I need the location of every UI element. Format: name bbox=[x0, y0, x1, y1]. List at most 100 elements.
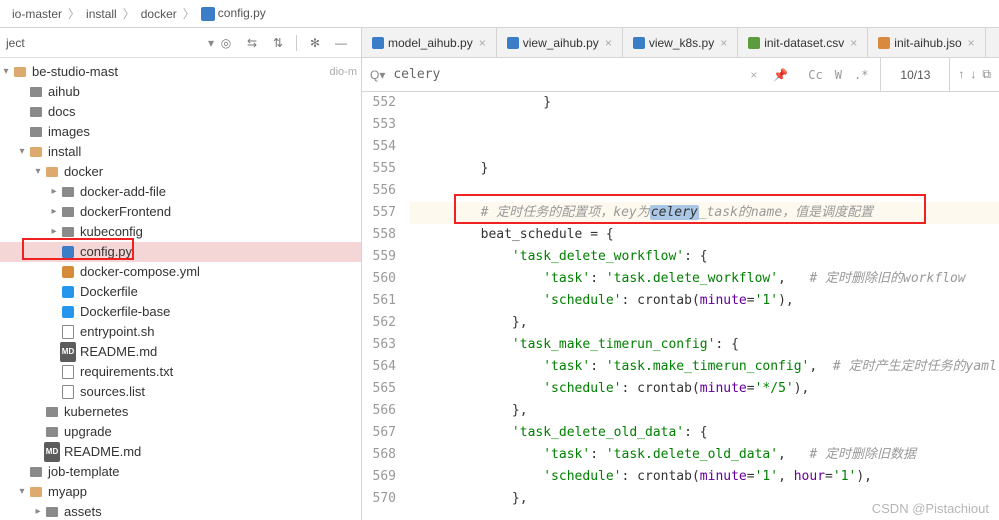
find-option-w[interactable]: W bbox=[831, 66, 846, 84]
code-line[interactable]: beat_schedule = { bbox=[410, 224, 999, 246]
tree-caret-icon[interactable]: ▾ bbox=[16, 142, 28, 162]
collapse-icon[interactable]: ⇆ bbox=[244, 35, 260, 51]
txt-icon bbox=[60, 364, 76, 380]
folder-icon bbox=[28, 84, 44, 100]
code-line[interactable]: 'task_make_timerun_config': { bbox=[410, 334, 999, 356]
filter-icon[interactable]: ⧉ bbox=[982, 67, 991, 82]
tree-item[interactable]: ▾ docker bbox=[0, 162, 361, 182]
close-tab-icon[interactable]: × bbox=[850, 36, 857, 50]
tree-item[interactable]: MDREADME.md bbox=[0, 442, 361, 462]
code-line[interactable]: 'schedule': crontab(minute='*/5'), bbox=[410, 378, 999, 400]
pin-icon[interactable]: 📌 bbox=[765, 68, 796, 82]
editor-tab[interactable]: view_aihub.py × bbox=[497, 28, 623, 57]
breadcrumb-item[interactable]: docker bbox=[137, 7, 181, 21]
tree-item[interactable]: Dockerfile-base bbox=[0, 302, 361, 322]
docker-icon bbox=[60, 304, 76, 320]
code-line[interactable]: 'task': 'task.delete_old_data', # 定时删除旧数… bbox=[410, 444, 999, 466]
tree-item[interactable]: aihub bbox=[0, 82, 361, 102]
tree-item[interactable]: ▸docker-add-file bbox=[0, 182, 361, 202]
close-tab-icon[interactable]: × bbox=[605, 36, 612, 50]
tree-caret-icon[interactable]: ▾ bbox=[32, 162, 44, 182]
code-line[interactable]: }, bbox=[410, 400, 999, 422]
code-line[interactable] bbox=[410, 136, 999, 158]
clear-icon[interactable]: × bbox=[742, 68, 765, 82]
tree-item[interactable]: ▾ install bbox=[0, 142, 361, 162]
code-line[interactable]: 'task_delete_old_data': { bbox=[410, 422, 999, 444]
code-body[interactable]: } } # 定时任务的配置项，key为celery_task的name，值是调度… bbox=[410, 92, 999, 520]
tree-item[interactable]: entrypoint.sh bbox=[0, 322, 361, 342]
code-line[interactable]: } bbox=[410, 92, 999, 114]
gear-icon[interactable]: ✻ bbox=[307, 35, 323, 51]
code-line[interactable] bbox=[410, 114, 999, 136]
divider bbox=[296, 35, 297, 51]
tree-label: Dockerfile-base bbox=[80, 302, 170, 322]
code-line[interactable]: 'task': 'task.delete_workflow', # 定时删除旧的… bbox=[410, 268, 999, 290]
find-option-.*[interactable]: .* bbox=[850, 66, 872, 84]
tree-item[interactable]: ▾myapp bbox=[0, 482, 361, 502]
code-editor[interactable]: 5525535545555565575585595605615625635645… bbox=[362, 92, 999, 520]
folder-icon bbox=[14, 67, 26, 77]
folder-icon bbox=[28, 124, 44, 140]
docker-icon bbox=[60, 284, 76, 300]
code-line[interactable]: # 定时任务的配置项，key为celery_task的name，值是调度配置 bbox=[410, 202, 999, 224]
tree-caret-icon[interactable]: ▸ bbox=[48, 202, 60, 222]
code-line[interactable] bbox=[410, 180, 999, 202]
tree-item[interactable]: images bbox=[0, 122, 361, 142]
hide-icon[interactable]: — bbox=[333, 35, 349, 51]
tree-label: docker bbox=[64, 162, 103, 182]
tree-root[interactable]: ▾ be-studio-mast dio-m bbox=[0, 62, 361, 82]
breadcrumb-item[interactable]: config.py bbox=[197, 6, 270, 21]
tree-item[interactable]: job-template bbox=[0, 462, 361, 482]
code-line[interactable]: 'schedule': crontab(minute='1'), bbox=[410, 290, 999, 312]
breadcrumb-item[interactable]: io-master bbox=[8, 7, 66, 21]
tree-item[interactable]: kubernetes bbox=[0, 402, 361, 422]
expand-icon[interactable]: ⇅ bbox=[270, 35, 286, 51]
tree-caret-icon[interactable]: ▸ bbox=[32, 502, 44, 520]
close-tab-icon[interactable]: × bbox=[479, 36, 486, 50]
prev-match-icon[interactable]: ↑ bbox=[958, 67, 964, 82]
tree-item[interactable]: sources.list bbox=[0, 382, 361, 402]
editor-tab[interactable]: init-dataset.csv × bbox=[738, 28, 868, 57]
tree-item[interactable]: Dockerfile bbox=[0, 282, 361, 302]
code-line[interactable]: }, bbox=[410, 312, 999, 334]
tree-item[interactable]: ▸kubeconfig bbox=[0, 222, 361, 242]
tree-label: docs bbox=[48, 102, 75, 122]
next-match-icon[interactable]: ↓ bbox=[970, 67, 976, 82]
tree-item[interactable]: ▸assets bbox=[0, 502, 361, 520]
find-input[interactable] bbox=[393, 58, 742, 91]
close-tab-icon[interactable]: × bbox=[720, 36, 727, 50]
yaml-icon bbox=[60, 264, 76, 280]
editor-tab[interactable]: view_k8s.py × bbox=[623, 28, 738, 57]
code-line[interactable]: 'task': 'task.make_timerun_config', # 定时… bbox=[410, 356, 999, 378]
folder-icon bbox=[44, 504, 60, 520]
tree-item[interactable]: docker-compose.yml bbox=[0, 262, 361, 282]
find-option-cc[interactable]: Cc bbox=[804, 66, 826, 84]
breadcrumb-item[interactable]: install bbox=[82, 7, 121, 21]
tree-caret-icon[interactable]: ▸ bbox=[48, 222, 60, 242]
tree-label: install bbox=[48, 142, 81, 162]
tree-item[interactable]: docs bbox=[0, 102, 361, 122]
code-line[interactable]: } bbox=[410, 158, 999, 180]
tree-item[interactable]: config.py bbox=[0, 242, 361, 262]
editor-tabs[interactable]: model_aihub.py ×view_aihub.py ×view_k8s.… bbox=[362, 28, 999, 58]
tree-root-suffix: dio-m bbox=[329, 62, 357, 82]
target-icon[interactable]: ◎ bbox=[218, 35, 234, 51]
search-icon[interactable]: Q▾ bbox=[362, 68, 393, 82]
tree-item[interactable]: ▸dockerFrontend bbox=[0, 202, 361, 222]
tree-caret-icon[interactable]: ▾ bbox=[16, 482, 28, 502]
code-line[interactable]: 'schedule': crontab(minute='1', hour='1'… bbox=[410, 466, 999, 488]
caret-down-icon[interactable]: ▾ bbox=[208, 36, 214, 50]
tree-label: sources.list bbox=[80, 382, 145, 402]
python-file-icon bbox=[201, 7, 215, 21]
code-line[interactable]: }, bbox=[410, 488, 999, 510]
tree-item[interactable]: upgrade bbox=[0, 422, 361, 442]
tree-item[interactable]: MDREADME.md bbox=[0, 342, 361, 362]
close-tab-icon[interactable]: × bbox=[968, 36, 975, 50]
tree-caret-icon[interactable]: ▸ bbox=[48, 182, 60, 202]
tree-item[interactable]: requirements.txt bbox=[0, 362, 361, 382]
project-tree[interactable]: ▾ be-studio-mast dio-m aihubdocsimages▾i… bbox=[0, 58, 361, 520]
code-line[interactable]: 'task_delete_workflow': { bbox=[410, 246, 999, 268]
editor-tab[interactable]: model_aihub.py × bbox=[362, 28, 497, 57]
tree-label: docker-compose.yml bbox=[80, 262, 200, 282]
editor-tab[interactable]: init-aihub.jso × bbox=[868, 28, 985, 57]
